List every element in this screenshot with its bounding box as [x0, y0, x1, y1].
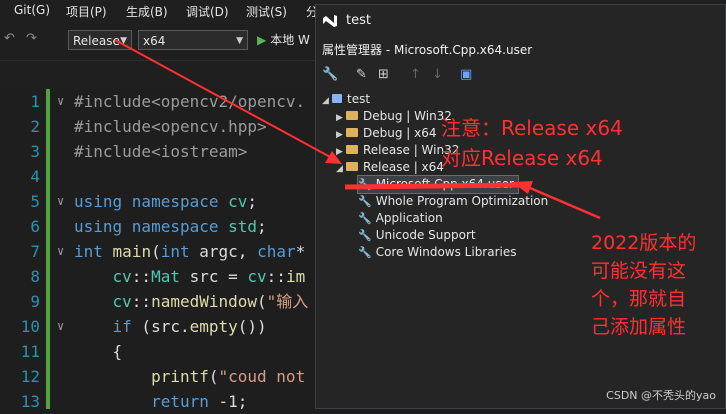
- annotation-note-line2: 对应Release x64: [441, 146, 603, 170]
- annotation-arrows: [114, 39, 601, 220]
- annotation-note-line1: 注意：Release x64: [441, 116, 623, 140]
- annotation-side-note: 2022版本的 可能没有这 个，那就自 己添加属性: [591, 232, 697, 338]
- watermark: CSDN @不秃头的yao: [606, 389, 716, 402]
